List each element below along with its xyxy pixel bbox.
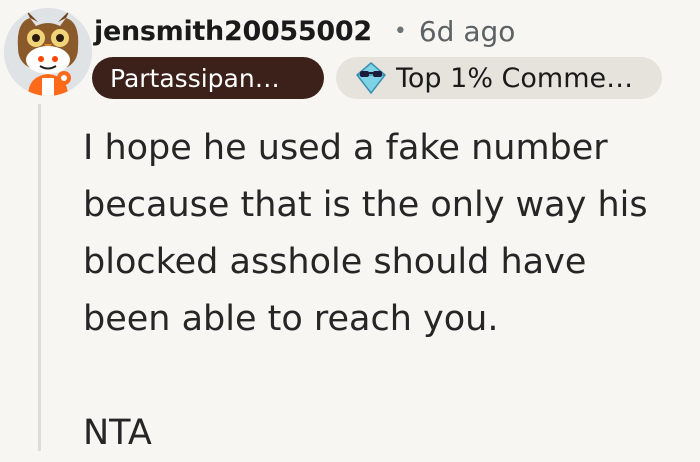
- top-commenter-badge[interactable]: Top 1% Comme…: [336, 57, 662, 99]
- user-flair-badge[interactable]: Partassipan…: [92, 57, 324, 99]
- comment-timestamp[interactable]: 6d ago: [419, 15, 516, 48]
- sunglasses-diamond-icon: [355, 62, 387, 95]
- comment: jensmith20055002 • 6d ago Partassipan… T…: [0, 0, 700, 453]
- owl-avatar-icon: [4, 8, 92, 96]
- comment-paragraph: NTA: [83, 413, 152, 453]
- thread-collapse-line[interactable]: [38, 104, 41, 451]
- top-commenter-label: Top 1% Comme…: [396, 62, 634, 94]
- meta-separator: •: [393, 18, 407, 44]
- comment-header: jensmith20055002 • 6d ago: [94, 8, 515, 54]
- user-avatar[interactable]: [4, 8, 92, 96]
- comment-body: I hope he used a fake number because tha…: [83, 120, 683, 462]
- username-link[interactable]: jensmith20055002: [94, 16, 372, 47]
- comment-paragraph: I hope he used a fake number because tha…: [83, 128, 648, 339]
- flair-row: Partassipan… Top 1% Comme…: [92, 57, 662, 99]
- user-flair-label: Partassipan…: [110, 63, 280, 93]
